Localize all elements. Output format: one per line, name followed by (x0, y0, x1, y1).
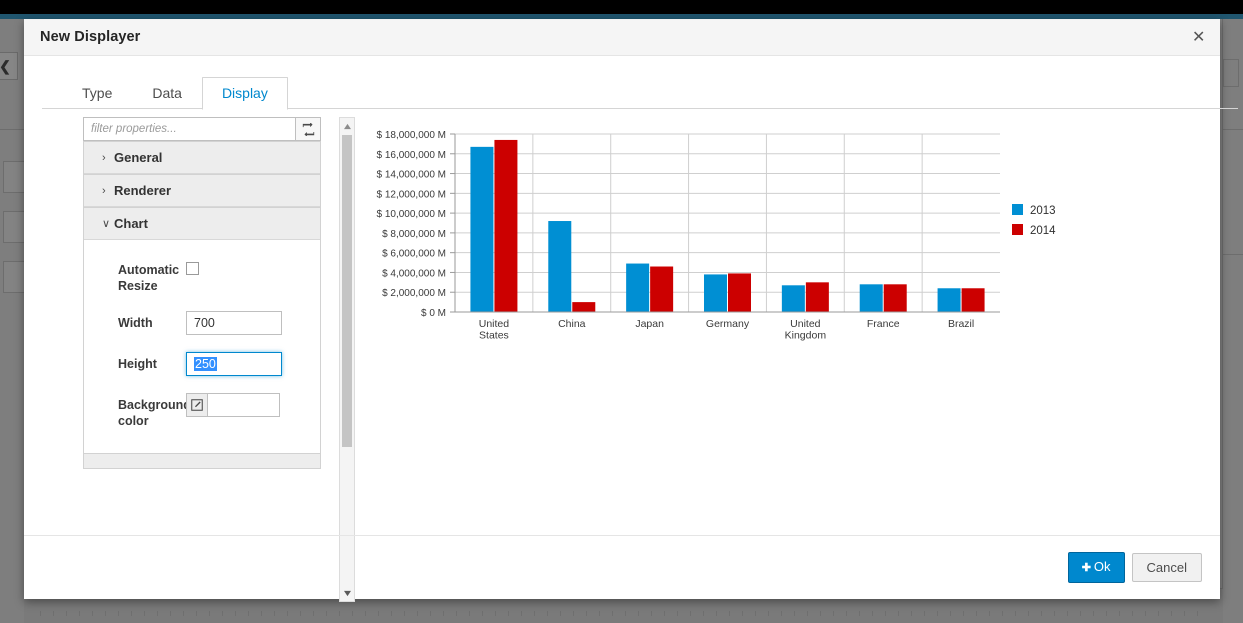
app-dotted-ruler (40, 611, 1200, 616)
chevron-left-icon[interactable]: ❮ (0, 52, 18, 80)
properties-accordion: › General › Renderer ∨ Chart Automatic R… (83, 141, 321, 469)
cancel-button[interactable]: Cancel (1131, 553, 1202, 582)
modal-footer: ✚ Ok Cancel (24, 535, 1220, 599)
svg-text:$ 16,000,000 M: $ 16,000,000 M (377, 150, 447, 161)
accordion-label: Renderer (114, 183, 172, 198)
field-width: Width (118, 311, 310, 335)
chart-preview: $ 18,000,000 M $ 16,000,000 M $ 14,000,000… (369, 124, 1089, 354)
height-input[interactable]: 250 (186, 352, 282, 376)
app-left-panel (0, 19, 27, 623)
background-color-label: Background color (118, 398, 191, 428)
svg-text:United: United (479, 318, 510, 330)
background-color-swatch[interactable] (208, 393, 280, 417)
svg-text:$ 8,000,000 M: $ 8,000,000 M (382, 229, 446, 240)
svg-text:2013: 2013 (1030, 205, 1056, 217)
panel-divider (1223, 254, 1243, 255)
screen: ❮ New Displayer ✕ Type Data Display filt… (0, 0, 1243, 623)
svg-text:2014: 2014 (1030, 225, 1056, 237)
width-label: Width (118, 316, 153, 330)
svg-text:$ 10,000,000 M: $ 10,000,000 M (377, 209, 447, 220)
svg-text:$ 12,000,000 M: $ 12,000,000 M (377, 189, 447, 200)
properties-pane: › General › Renderer ∨ Chart Automatic R… (83, 117, 321, 469)
ok-button[interactable]: ✚ Ok (1067, 552, 1125, 583)
width-input[interactable] (186, 311, 282, 335)
modal-header: New Displayer ✕ (24, 19, 1220, 56)
accordion-label: General (114, 150, 163, 165)
tab-type[interactable]: Type (62, 77, 132, 109)
svg-text:China: China (558, 318, 586, 330)
scrollbar-thumb[interactable] (342, 135, 352, 447)
accordion-section-general[interactable]: › General (84, 141, 320, 174)
filter-row (83, 117, 321, 141)
accordion-section-renderer[interactable]: › Renderer (84, 174, 320, 207)
accordion-section-chart[interactable]: ∨ Chart (84, 207, 320, 240)
color-input-group (186, 393, 280, 417)
svg-text:$ 14,000,000 M: $ 14,000,000 M (377, 170, 447, 181)
modal-title: New Displayer (40, 29, 141, 45)
accordion-label: Chart (114, 216, 148, 231)
panel-divider (0, 129, 24, 130)
svg-text:$ 2,000,000 M: $ 2,000,000 M (382, 288, 446, 299)
field-background-color: Background color (118, 393, 310, 429)
svg-text:Brazil: Brazil (948, 318, 974, 330)
svg-text:United: United (790, 318, 821, 330)
new-displayer-modal: New Displayer ✕ Type Data Display filter… (24, 19, 1238, 602)
panel-divider (1223, 129, 1243, 130)
svg-text:Kingdom: Kingdom (785, 330, 827, 342)
tab-display[interactable]: Display (201, 77, 288, 110)
field-height: Height 250 (118, 352, 310, 376)
modal-body: › General › Renderer ∨ Chart Automatic R… (24, 109, 1220, 602)
bar-chart: $ 18,000,000 M $ 16,000,000 M $ 14,000,000… (377, 130, 1057, 342)
height-input-value: 250 (194, 357, 217, 371)
tab-bar: Type Data Display (42, 73, 1238, 110)
svg-text:Japan: Japan (635, 318, 664, 330)
field-automatic-resize: Automatic Resize (118, 258, 310, 294)
svg-text:$ 6,000,000 M: $ 6,000,000 M (382, 249, 446, 260)
chart-properties-form: Automatic Resize Width Height 250 (84, 240, 320, 453)
plus-icon: ✚ (1081, 562, 1091, 574)
ok-button-label: Ok (1093, 559, 1111, 574)
svg-text:States: States (479, 330, 509, 342)
scroll-up-icon[interactable] (340, 119, 354, 133)
height-label: Height (118, 357, 157, 371)
svg-text:$ 0 M: $ 0 M (421, 308, 446, 319)
app-right-panel (1222, 19, 1243, 623)
filter-properties-input[interactable] (83, 117, 295, 141)
svg-text:$ 4,000,000 M: $ 4,000,000 M (382, 268, 446, 279)
automatic-resize-checkbox[interactable] (186, 262, 199, 275)
chevron-down-icon: ∨ (102, 218, 111, 230)
svg-text:Germany: Germany (706, 318, 750, 330)
chevron-right-icon: › (102, 184, 106, 197)
tab-data[interactable]: Data (132, 77, 202, 109)
chevron-right-icon: › (102, 151, 106, 164)
properties-scrollbar[interactable] (339, 117, 355, 602)
accordion-next-section[interactable] (84, 453, 320, 468)
close-icon[interactable]: ✕ (1186, 26, 1208, 48)
refresh-icon[interactable] (295, 117, 321, 141)
app-topbar (0, 0, 1243, 14)
panel-placeholder-box (1223, 59, 1239, 87)
pencil-edit-icon[interactable] (186, 393, 208, 417)
svg-text:France: France (867, 318, 900, 330)
svg-text:$ 18,000,000 M: $ 18,000,000 M (377, 130, 447, 141)
automatic-resize-label: Automatic Resize (118, 263, 180, 293)
